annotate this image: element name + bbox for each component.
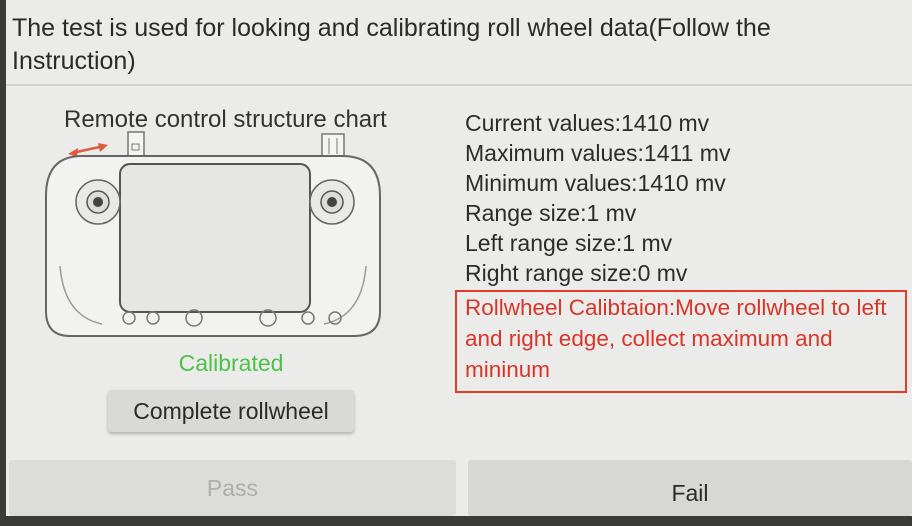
current-value: Current values:1410 mv (465, 110, 710, 136)
maximum-value: Maximum values:1411 mv (465, 140, 731, 166)
rollwheel-arrow-icon (68, 143, 108, 157)
right-range-size: Right range size:0 mv (465, 260, 688, 286)
top-button-tab (321, 133, 345, 156)
controller-display (119, 163, 311, 313)
pass-button[interactable]: Pass (9, 460, 456, 516)
left-range-size: Left range size:1 mv (465, 230, 673, 256)
header-divider (6, 84, 912, 86)
minimum-value: Minimum values:1410 mv (465, 170, 726, 196)
page-title: The test is used for looking and calibra… (12, 14, 771, 75)
range-size: Range size:1 mv (465, 200, 637, 226)
calibration-screen: The test is used for looking and calibra… (6, 0, 912, 516)
right-stick-icon (309, 179, 355, 225)
left-stick-icon (75, 179, 121, 225)
remote-control-illustration (45, 131, 381, 337)
fail-button[interactable]: Fail (468, 460, 912, 516)
calibration-status: Calibrated (178, 350, 284, 376)
readings-list: Current values:1410 mv Maximum values:14… (465, 108, 905, 288)
complete-rollwheel-button[interactable]: Complete rollwheel (108, 390, 354, 432)
calibration-instruction: Rollwheel Calibtaion:Move rollwheel to l… (455, 290, 907, 393)
